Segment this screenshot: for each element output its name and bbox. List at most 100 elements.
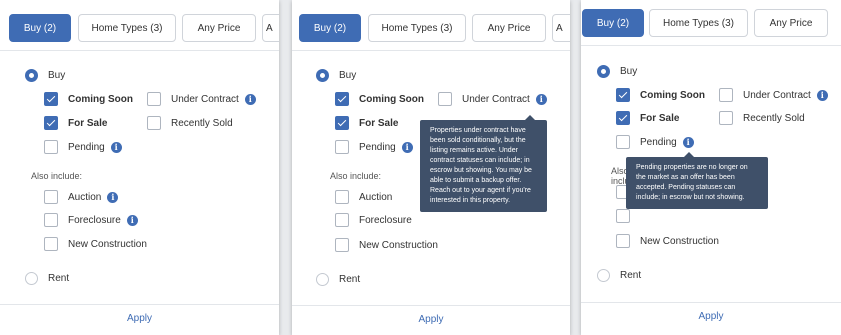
under-contract-tooltip: Properties under contract have been sold… [420,115,547,212]
coming-soon-checkbox[interactable] [44,92,58,106]
coming-soon-option[interactable]: Coming Soon [335,91,424,107]
buy-radio[interactable] [597,64,610,78]
tab-more[interactable]: A [552,14,570,42]
tab-price[interactable]: Any Price [472,14,546,42]
foreclosure-option[interactable]: Foreclosure i [44,212,138,228]
buy-radio[interactable] [25,68,38,82]
under-contract-option[interactable]: Under Contract i [719,87,828,103]
rent-radio[interactable] [316,272,329,286]
tab-price[interactable]: Any Price [182,14,256,42]
pending-option[interactable]: Pending i [616,134,694,150]
listing-type-dropdown: Buy Coming Soon Under Contract i For Sal… [0,50,279,335]
under-contract-checkbox[interactable] [719,88,733,102]
pending-checkbox[interactable] [44,140,58,154]
for-sale-checkbox[interactable] [44,116,58,130]
pending-label: Pending [640,136,677,148]
rent-option[interactable]: Rent [316,271,360,287]
auction-checkbox[interactable] [335,190,349,204]
also-include-label: Also include: [330,171,382,181]
foreclosure-checkbox[interactable] [616,209,630,223]
info-icon[interactable]: i [126,214,138,226]
rent-option[interactable]: Rent [25,270,69,286]
under-contract-label: Under Contract [462,93,530,105]
auction-option[interactable]: Auction i [44,189,119,205]
tab-buy[interactable]: Buy (2) [582,9,644,37]
pending-tooltip: Pending properties are no longer on the … [626,152,768,209]
under-contract-option[interactable]: Under Contract i [147,91,256,107]
recently-sold-option[interactable]: Recently Sold [147,115,233,131]
under-contract-option[interactable]: Under Contract i [438,91,547,107]
new-construction-option[interactable]: New Construction [335,237,438,253]
info-icon[interactable]: i [110,141,122,153]
for-sale-label: For Sale [640,112,680,124]
rent-radio[interactable] [25,271,38,285]
coming-soon-checkbox[interactable] [335,92,349,106]
info-icon[interactable]: i [535,93,547,105]
info-icon[interactable]: i [401,141,413,153]
foreclosure-checkbox[interactable] [335,213,349,227]
coming-soon-option[interactable]: Coming Soon [44,91,133,107]
coming-soon-label: Coming Soon [359,93,424,105]
for-sale-option[interactable]: For Sale [335,115,398,131]
info-icon[interactable]: i [682,136,694,148]
apply-button[interactable]: Apply [292,314,570,325]
coming-soon-option[interactable]: Coming Soon [616,87,705,103]
for-sale-label: For Sale [359,117,399,129]
recently-sold-checkbox[interactable] [719,111,733,125]
coming-soon-checkbox[interactable] [616,88,630,102]
apply-button[interactable]: Apply [0,313,279,324]
listing-type-dropdown: Buy Coming Soon Under Contract i For Sal… [292,50,570,335]
recently-sold-label: Recently Sold [743,112,805,124]
info-icon[interactable]: i [816,89,828,101]
buy-label: Buy [48,69,66,81]
new-construction-option[interactable]: New Construction [616,233,719,249]
under-contract-label: Under Contract [743,89,811,101]
info-icon[interactable]: i [244,93,256,105]
tab-home-types[interactable]: Home Types (3) [649,9,748,37]
buy-option[interactable]: Buy [25,67,65,83]
buy-option[interactable]: Buy [597,63,637,79]
foreclosure-checkbox[interactable] [44,213,58,227]
rent-label: Rent [339,273,361,285]
buy-label: Buy [339,69,357,81]
under-contract-checkbox[interactable] [438,92,452,106]
foreclosure-label: Foreclosure [359,214,412,226]
tab-price[interactable]: Any Price [754,9,828,37]
tab-buy[interactable]: Buy (2) [9,14,71,42]
new-construction-checkbox[interactable] [44,237,58,251]
apply-button[interactable]: Apply [581,311,841,322]
auction-option[interactable]: Auction [335,189,392,205]
for-sale-option[interactable]: For Sale [616,110,679,126]
pending-checkbox[interactable] [616,135,630,149]
tab-buy[interactable]: Buy (2) [299,14,361,42]
under-contract-checkbox[interactable] [147,92,161,106]
for-sale-checkbox[interactable] [335,116,349,130]
new-construction-checkbox[interactable] [616,234,630,248]
auction-checkbox[interactable] [44,190,58,204]
recently-sold-checkbox[interactable] [147,116,161,130]
buy-option[interactable]: Buy [316,67,356,83]
foreclosure-option[interactable]: Foreclosure [335,212,412,228]
for-sale-checkbox[interactable] [616,111,630,125]
for-sale-option[interactable]: For Sale [44,115,107,131]
rent-radio[interactable] [597,268,610,282]
info-icon[interactable]: i [107,191,119,203]
also-include-label: Also include: [31,171,83,181]
tab-more[interactable]: A [262,14,279,42]
tab-home-types[interactable]: Home Types (3) [78,14,176,42]
pending-label: Pending [359,141,396,153]
new-construction-option[interactable]: New Construction [44,236,147,252]
new-construction-checkbox[interactable] [335,238,349,252]
also-include-label: Also include: [611,166,627,186]
filter-tabs: Buy (2) Home Types (3) Any Price [581,0,841,50]
rent-option[interactable]: Rent [597,267,641,283]
buy-radio[interactable] [316,68,329,82]
pending-option[interactable]: Pending i [335,139,413,155]
pending-checkbox[interactable] [335,140,349,154]
recently-sold-option[interactable]: Recently Sold [719,110,805,126]
filter-panel-1: Buy (2) Home Types (3) Any Price A Buy C… [0,0,279,335]
tab-home-types[interactable]: Home Types (3) [368,14,466,42]
foreclosure-option[interactable] [616,208,630,224]
foreclosure-label: Foreclosure [68,214,121,226]
pending-option[interactable]: Pending i [44,139,122,155]
